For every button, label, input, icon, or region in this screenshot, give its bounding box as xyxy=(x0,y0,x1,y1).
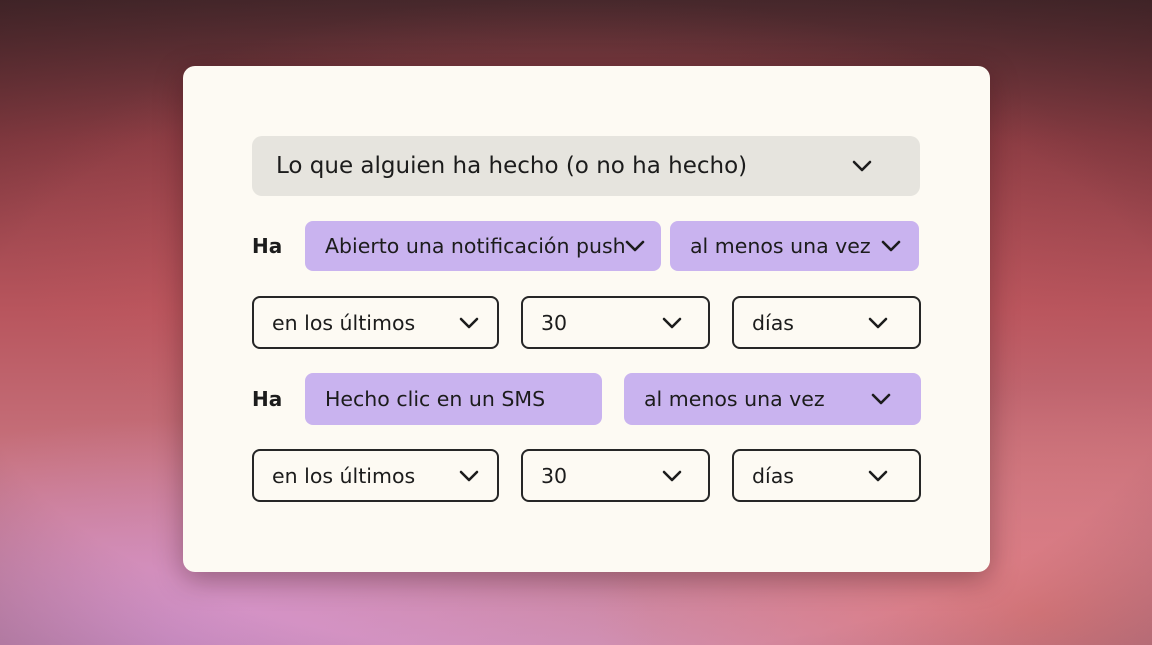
row-2-window-unit-value: días xyxy=(752,463,794,488)
row-2-window-unit-select[interactable]: días xyxy=(732,449,921,502)
row-1-window-amount-value: 30 xyxy=(541,310,568,335)
row-2-event-value: Hecho clic en un SMS xyxy=(325,387,546,411)
row-1-window-unit-select[interactable]: días xyxy=(732,296,921,349)
condition-type-value: Lo que alguien ha hecho (o no ha hecho) xyxy=(276,153,748,179)
chevron-down-icon xyxy=(868,470,888,482)
row-2-window-amount-value: 30 xyxy=(541,463,568,488)
row-1-frequency-value: al menos una vez xyxy=(690,234,871,258)
row-1-event-value: Abierto una notificación push xyxy=(325,234,626,258)
row-2-prefix-label: Ha xyxy=(252,387,283,411)
row-1-window-amount-select[interactable]: 30 xyxy=(521,296,710,349)
row-1-event-select[interactable]: Abierto una notificación push xyxy=(305,221,661,271)
row-1-window-qualifier-select[interactable]: en los últimos xyxy=(252,296,499,349)
chevron-down-icon xyxy=(852,160,872,172)
row-1-frequency-select[interactable]: al menos una vez xyxy=(670,221,919,271)
row-1-prefix-label: Ha xyxy=(252,234,283,258)
row-2-event-select[interactable]: Hecho clic en un SMS xyxy=(305,373,602,425)
row-2-frequency-select[interactable]: al menos una vez xyxy=(624,373,921,425)
row-1-window-unit-value: días xyxy=(752,310,794,335)
chevron-down-icon xyxy=(625,240,645,252)
chevron-down-icon xyxy=(871,393,891,405)
chevron-down-icon xyxy=(881,240,901,252)
chevron-down-icon xyxy=(662,317,682,329)
chevron-down-icon xyxy=(662,470,682,482)
row-2-window-qualifier-select[interactable]: en los últimos xyxy=(252,449,499,502)
row-2-window-amount-select[interactable]: 30 xyxy=(521,449,710,502)
chevron-down-icon xyxy=(459,470,479,482)
filter-card: Lo que alguien ha hecho (o no ha hecho) … xyxy=(183,66,990,572)
chevron-down-icon xyxy=(868,317,888,329)
row-1-window-qualifier-value: en los últimos xyxy=(272,310,416,335)
chevron-down-icon xyxy=(459,317,479,329)
row-2-window-qualifier-value: en los últimos xyxy=(272,463,416,488)
condition-type-select[interactable]: Lo que alguien ha hecho (o no ha hecho) xyxy=(252,136,920,196)
row-2-frequency-value: al menos una vez xyxy=(644,387,825,411)
